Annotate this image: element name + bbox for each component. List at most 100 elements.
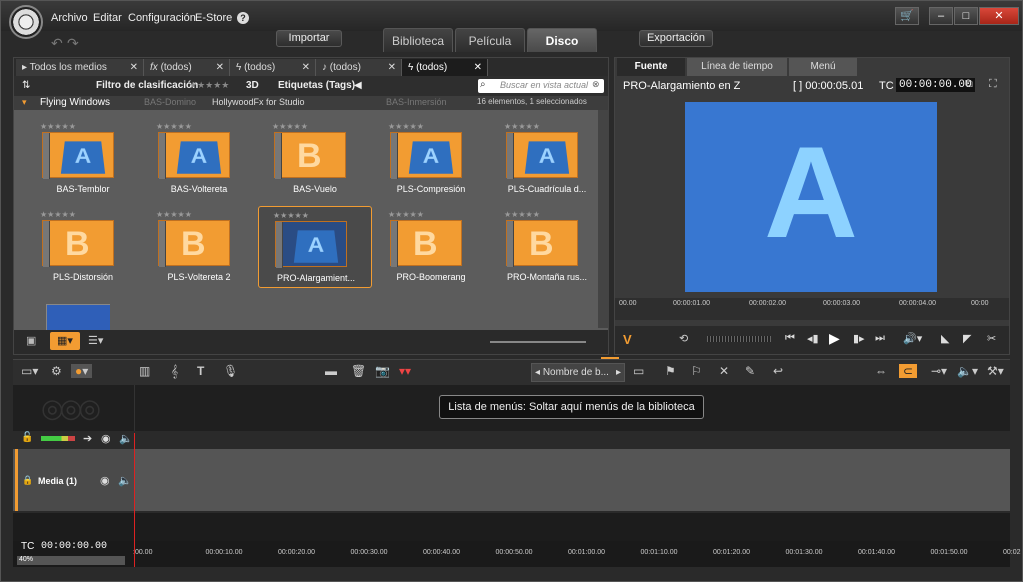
menu-configuracion[interactable]: Configuración xyxy=(128,12,196,24)
tools-icon[interactable]: ⚒▾ xyxy=(987,364,1004,378)
export-button[interactable]: Exportación xyxy=(639,30,713,47)
tag-icon[interactable]: ◀ xyxy=(354,80,362,91)
item-rating[interactable]: ★★★★★ xyxy=(156,122,192,131)
track-view-icon[interactable]: ▭▾ xyxy=(21,364,38,378)
tab-transitions[interactable]: ϟ (todos) ✕ xyxy=(230,59,316,76)
marker-dropdown-icon[interactable]: ▾▾ xyxy=(399,364,411,378)
zoom-bar[interactable]: 40% xyxy=(17,556,125,565)
chapter-edit-icon[interactable]: ✎ xyxy=(745,364,755,378)
monitor-icon[interactable]: ▬ xyxy=(325,364,337,378)
library-item[interactable]: ★★★★★ B PRO-Boomerang xyxy=(374,206,488,288)
item-rating[interactable]: ★★★★★ xyxy=(504,210,540,219)
go-end-icon[interactable]: ⏭ xyxy=(875,332,885,345)
collapse-icon[interactable]: ▾ xyxy=(22,97,27,108)
chapter-icon[interactable]: ⚑ xyxy=(665,364,676,378)
pin-icon[interactable]: ▣ xyxy=(26,334,36,347)
step-back-icon[interactable]: ◂▮ xyxy=(807,332,819,345)
loop-icon[interactable]: ⟲ xyxy=(679,332,688,345)
library-item[interactable]: ★★★★★ B PLS-Distorsión xyxy=(26,206,140,288)
library-item[interactable]: ★★★★★ A PLS-Cuadrícula d... xyxy=(490,118,604,200)
item-rating[interactable]: ★★★★★ xyxy=(273,211,309,220)
close-icon[interactable]: ✕ xyxy=(130,59,138,76)
menu-editar[interactable]: Editar xyxy=(93,12,122,24)
tab-biblioteca[interactable]: Biblioteca xyxy=(383,28,453,52)
track-eye-icon[interactable]: ◉ xyxy=(100,474,110,487)
import-button[interactable]: Importar xyxy=(276,30,342,47)
media-track[interactable] xyxy=(13,449,1010,511)
expand-icon[interactable]: ➔ xyxy=(83,432,92,445)
item-rating[interactable]: ★★★★★ xyxy=(40,210,76,219)
close-icon[interactable]: ✕ xyxy=(302,59,310,76)
tab-menu[interactable]: Menú xyxy=(789,58,857,76)
mark-in-icon[interactable]: V xyxy=(623,332,632,347)
store-cart-icon[interactable]: 🛒 xyxy=(895,7,919,25)
speaker-icon[interactable]: 🔈 xyxy=(119,432,133,445)
tab-disco[interactable]: Disco xyxy=(527,28,597,52)
play-icon[interactable]: ▶ xyxy=(829,330,840,347)
prev-arrow-icon[interactable]: ◂ xyxy=(535,367,540,378)
help-icon[interactable]: ? xyxy=(237,12,249,24)
chapter-remove-icon[interactable]: ✕ xyxy=(719,364,729,378)
close-button[interactable]: ✕ xyxy=(979,7,1019,25)
minimize-button[interactable]: ‒ xyxy=(929,7,953,25)
list-view-icon[interactable]: ☰▾ xyxy=(88,334,103,347)
timeline-ruler[interactable]: TC 00:00:00.00 40% :00.00 00:00:10.00 00:0… xyxy=(13,541,1021,567)
search-input[interactable]: Buscar en vista actual xyxy=(500,80,588,90)
track-lock-icon[interactable]: 🔒 xyxy=(22,475,33,486)
item-rating[interactable]: ★★★★★ xyxy=(504,122,540,131)
menu-estore[interactable]: E-Store xyxy=(195,12,232,24)
lock-icon[interactable]: 🔓 xyxy=(21,432,33,443)
tab-effects[interactable]: fx (todos) ✕ xyxy=(144,59,230,76)
shuttle-control[interactable] xyxy=(707,336,771,342)
tab-linea-tiempo[interactable]: Línea de tiempo xyxy=(687,58,787,76)
return-icon[interactable]: ↩ xyxy=(773,364,783,378)
magnet-icon[interactable]: ⊂ xyxy=(899,364,918,378)
volume-icon[interactable]: 🔊▾ xyxy=(903,332,922,345)
preview-ruler[interactable]: 00.00 00:00:01.00 00:00:02.00 00:00:03.00 00… xyxy=(615,298,1009,320)
zoom-slider[interactable] xyxy=(490,341,586,343)
chapter-link-icon[interactable]: ⚐ xyxy=(691,364,702,378)
tab-audio[interactable]: ♪ (todos) ✕ xyxy=(316,59,402,76)
library-item[interactable]: ★★★★★ B PRO-Montaña rus... xyxy=(490,206,604,288)
close-icon[interactable]: ✕ xyxy=(216,59,224,76)
tab-flying[interactable]: ϟ (todos) ✕ xyxy=(402,59,488,76)
preview-toggle-icon[interactable]: ▭ xyxy=(633,364,644,378)
item-rating[interactable]: ★★★★★ xyxy=(156,210,192,219)
microphone-icon[interactable]: 🎙 xyxy=(223,364,238,378)
step-forward-icon[interactable]: ▮▸ xyxy=(853,332,865,345)
scissors-icon[interactable]: ✂ xyxy=(987,332,996,345)
item-rating[interactable]: ★★★★★ xyxy=(40,122,76,131)
tags-label[interactable]: Etiquetas (Tags) xyxy=(278,80,355,91)
settings-icon[interactable]: ⚙ xyxy=(51,364,62,378)
title-icon[interactable]: T xyxy=(197,364,204,378)
library-item[interactable]: ★★★★★ A PRO-Alargamient... xyxy=(258,206,372,288)
tab-pelicula[interactable]: Película xyxy=(455,28,525,52)
search-box[interactable]: ⌕ Buscar en vista actual ⊗ xyxy=(478,79,604,93)
go-start-icon[interactable]: ⏮ xyxy=(785,332,795,345)
edit-mode-icon[interactable]: ⊸▾ xyxy=(931,364,947,378)
undo-icon[interactable]: ↶ xyxy=(51,35,63,52)
eye-icon[interactable]: ◉ xyxy=(101,432,111,445)
split-icon[interactable]: ◤ xyxy=(963,332,971,345)
grid-view-icon[interactable]: ▦▾ xyxy=(50,332,80,350)
playhead[interactable] xyxy=(134,433,135,567)
trash-icon[interactable]: 🗑 xyxy=(351,364,366,378)
library-item[interactable]: ★★★★★ B BAS-Vuelo xyxy=(258,118,372,200)
tc-value[interactable]: 00:00:00.00 xyxy=(896,78,975,92)
maximize-button[interactable]: □ xyxy=(954,7,978,25)
redo-icon[interactable]: ↷ xyxy=(67,35,79,52)
library-item[interactable]: ★★★★★ A BAS-Voltereta xyxy=(142,118,256,200)
popout-icon[interactable]: ⧉ xyxy=(965,78,973,91)
next-arrow-icon[interactable]: ▸ xyxy=(616,364,621,381)
fullscreen-icon[interactable]: ⛶ xyxy=(989,78,997,91)
library-item[interactable] xyxy=(30,294,110,330)
empty-track-area[interactable] xyxy=(13,513,1010,541)
zoom-fit-icon[interactable]: ⇔ xyxy=(875,364,887,378)
tab-all-media[interactable]: ▸ Todos los medios ✕ xyxy=(16,59,144,76)
library-item[interactable]: ★★★★★ B PLS-Voltereta 2 xyxy=(142,206,256,288)
filter-stars[interactable]: ★★★★★ xyxy=(189,80,229,91)
library-item[interactable]: ★★★★★ A BAS-Temblor xyxy=(26,118,140,200)
close-icon[interactable]: ✕ xyxy=(474,59,482,76)
sort-dropdown[interactable]: ◂ Nombre de b... ▸ xyxy=(531,363,625,382)
menu-archivo[interactable]: Archivo xyxy=(51,12,88,24)
